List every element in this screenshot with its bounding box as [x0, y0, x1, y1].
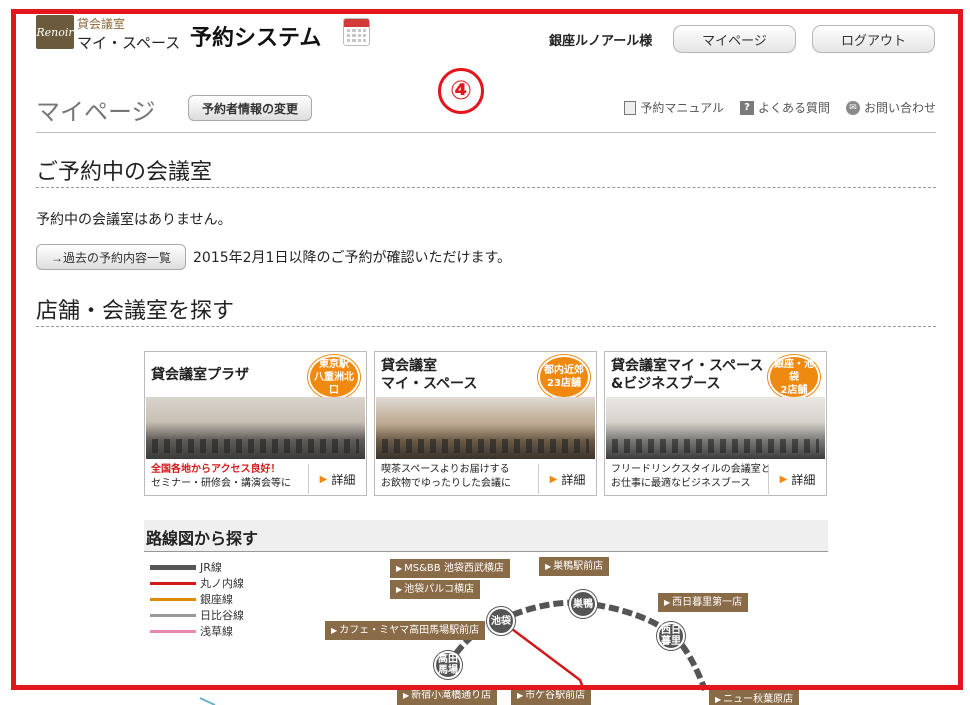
shop-link[interactable]: ▶ 市ケ谷駅前店	[511, 686, 592, 705]
line-segment	[199, 697, 216, 705]
station-sugamo[interactable]: 巣鴨	[569, 590, 597, 618]
station-ikebukuro[interactable]: 池袋	[487, 607, 515, 635]
station-takadanobaba[interactable]: 高田 馬場	[434, 651, 462, 679]
station-nishinippori[interactable]: 西日 暮里	[657, 622, 685, 650]
shop-link[interactable]: ▶ ニュー秋葉原店	[709, 690, 800, 705]
shop-link[interactable]: ▶ 新宿小滝橋通り店	[397, 686, 498, 705]
shop-link[interactable]: ▶ 池袋パルコ横店	[390, 580, 480, 599]
shop-link[interactable]: ▶ 巣鴨駅前店	[539, 557, 610, 576]
shop-link[interactable]: ▶ 西日暮里第一店	[658, 593, 749, 612]
shop-link[interactable]: ▶ カフェ・ミヤマ高田馬場駅前店	[325, 621, 486, 640]
route-map-lines	[199, 599, 708, 705]
shop-link[interactable]: ▶ MS&BB 池袋西武横店	[390, 559, 510, 578]
